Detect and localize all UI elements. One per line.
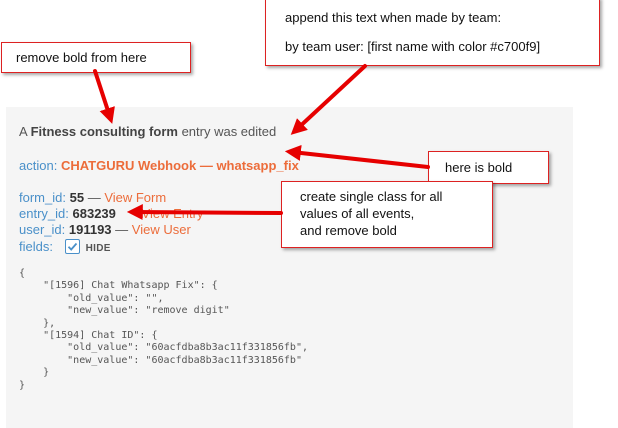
arrow-single-class: [126, 204, 283, 221]
arrow-remove-bold: [93, 69, 115, 124]
arrow-append-text: [290, 64, 367, 135]
annotation-arrows: [93, 64, 430, 221]
arrow-here-bold: [284, 145, 430, 169]
